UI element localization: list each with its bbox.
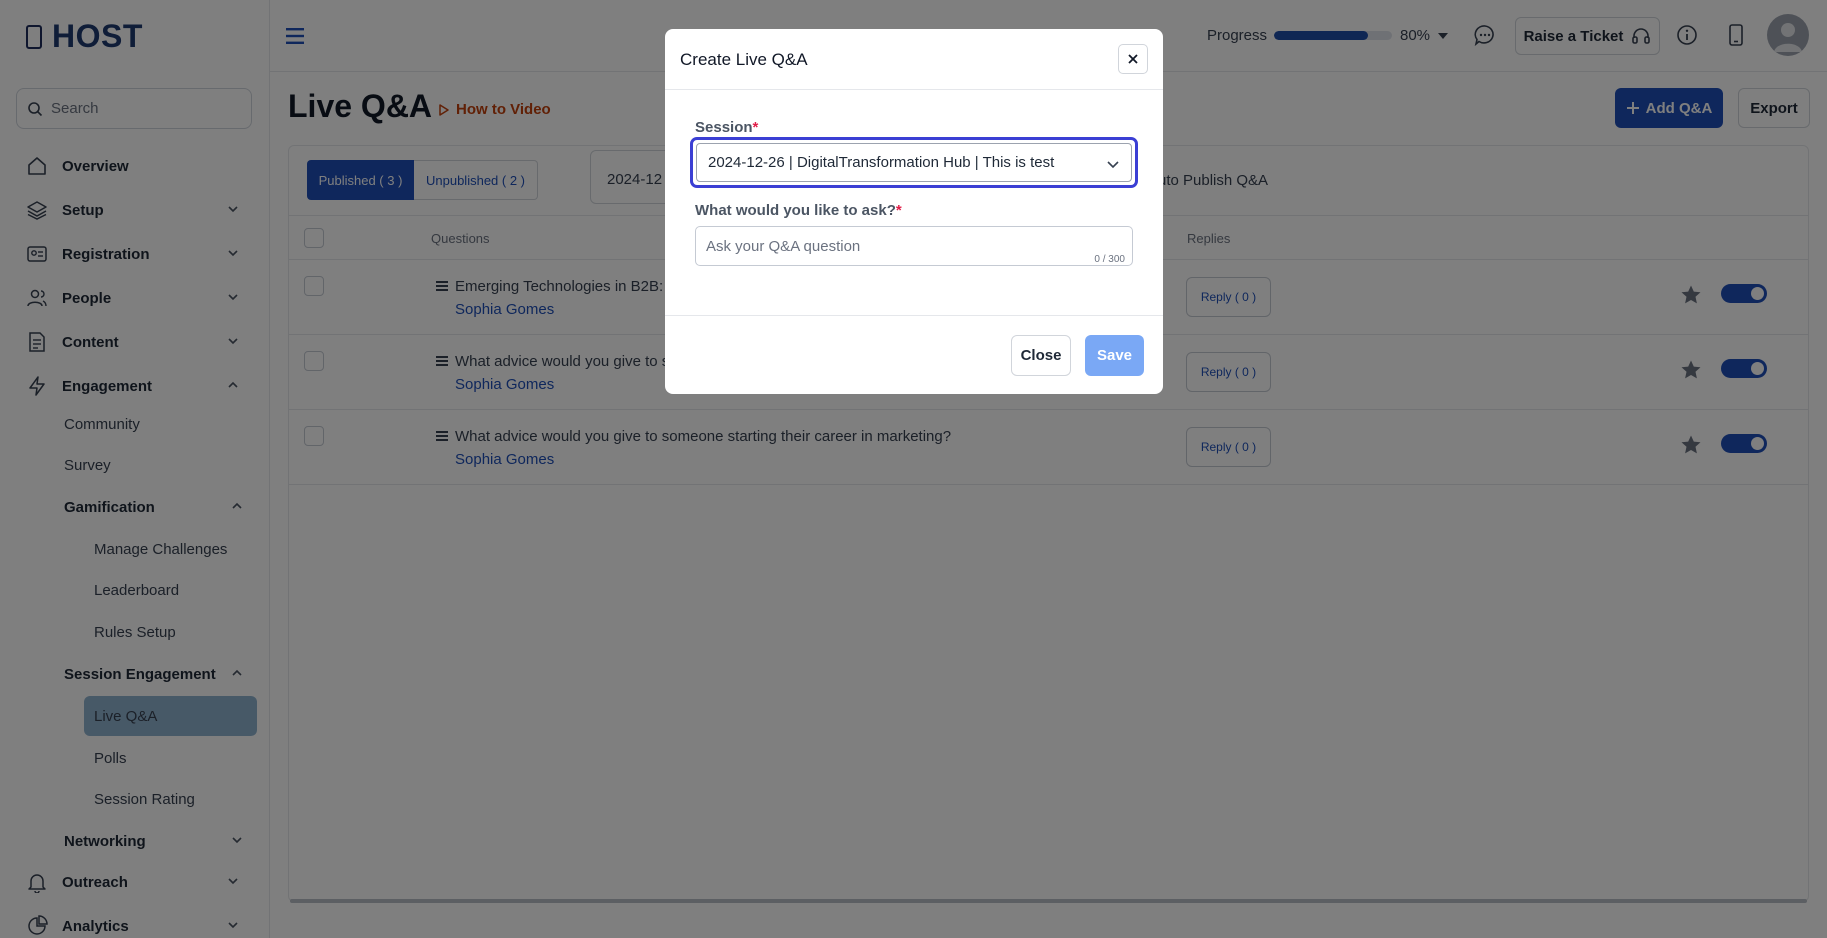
session-select-value: 2024-12-26 | DigitalTransformation Hub |… (708, 154, 1055, 171)
close-icon (1128, 54, 1138, 64)
modal-close-x-button[interactable] (1118, 44, 1148, 74)
session-label-text: Session (695, 119, 753, 136)
modal-divider (665, 89, 1163, 90)
question-field-label: What would you like to ask?* (695, 202, 902, 219)
question-textarea[interactable]: 0 / 300 (695, 226, 1133, 266)
question-label-text: What would you like to ask? (695, 202, 896, 219)
required-mark: * (752, 119, 759, 136)
save-button[interactable]: Save (1085, 335, 1144, 376)
required-mark: * (895, 202, 902, 219)
session-field-label: Session* (695, 119, 758, 136)
create-live-qa-modal: Create Live Q&A Session* 2024-12-26 | Di… (665, 29, 1163, 394)
character-counter: 0 / 300 (1094, 254, 1125, 265)
close-button[interactable]: Close (1011, 335, 1071, 376)
session-select[interactable]: 2024-12-26 | DigitalTransformation Hub |… (696, 143, 1132, 182)
modal-title: Create Live Q&A (680, 50, 808, 69)
modal-divider (665, 315, 1163, 316)
chevron-down-icon (1107, 161, 1119, 169)
question-input[interactable] (706, 238, 1086, 255)
session-select-focus-ring: 2024-12-26 | DigitalTransformation Hub |… (690, 137, 1138, 188)
